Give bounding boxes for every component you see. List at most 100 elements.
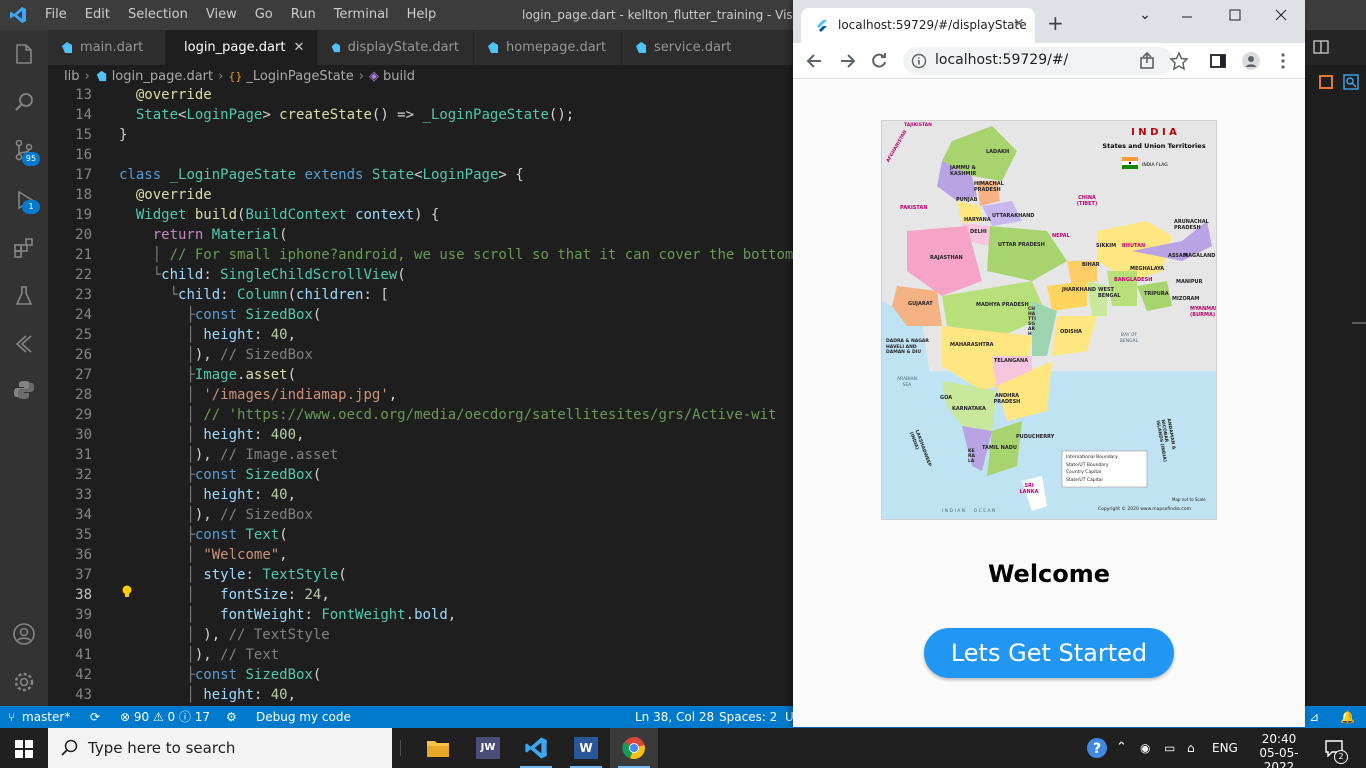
new-tab-plus-icon[interactable]: + xyxy=(1047,13,1064,33)
tab-displaystate-dart[interactable]: displayState.dart xyxy=(318,30,474,65)
map-label-ap: ANDHRA PRADESH xyxy=(993,393,1021,405)
code-editor[interactable]: 13 @override 14 State<LoginPage> createS… xyxy=(48,87,793,706)
extensions-icon[interactable] xyxy=(12,236,36,260)
breadcrumb-folder[interactable]: lib xyxy=(64,69,79,84)
breadcrumb: lib › login_page.dart › {} _LoginPageSta… xyxy=(48,65,793,87)
python-icon[interactable] xyxy=(12,378,36,402)
cursor-position[interactable]: Ln 38, Col 28 xyxy=(635,706,714,728)
code-line: 19 Widget build(BuildContext context) { xyxy=(75,207,440,223)
run-debug-badge: 1 xyxy=(22,200,40,214)
menu-run[interactable]: Run xyxy=(282,0,325,30)
map-label-bhutan: BHUTAN xyxy=(1122,243,1146,249)
show-hidden-icons-chevron-icon[interactable]: ⌃ xyxy=(1116,728,1127,768)
map-legend: International Boundary State/UT Boundary… xyxy=(1066,454,1118,484)
lightbulb-icon[interactable] xyxy=(121,585,133,599)
code-line: 32 ├const SizedBox( xyxy=(75,467,322,483)
close-tab-icon[interactable]: ✕ xyxy=(1013,16,1025,32)
language-indicator[interactable]: ENG xyxy=(1212,728,1238,768)
menu-terminal[interactable]: Terminal xyxy=(325,0,398,30)
map-label-manipur: MANIPUR xyxy=(1176,279,1203,285)
map-label-uk: UTTARAKHAND xyxy=(992,213,1035,219)
taskbar-search-box[interactable]: Type here to search xyxy=(48,728,392,768)
help-icon[interactable]: ? xyxy=(1086,737,1108,759)
code-line: 25 │ height: 40, xyxy=(75,327,297,343)
code-line: 36 │ "Welcome", xyxy=(75,547,288,563)
profile-avatar-icon[interactable] xyxy=(1241,51,1261,71)
tab-label: login_page.dart xyxy=(184,40,286,55)
address-bar[interactable]: localhost:59729/#/ xyxy=(903,47,1173,75)
settings-gear-icon[interactable] xyxy=(12,670,36,694)
feedback-icon[interactable]: ⊿ xyxy=(1309,706,1319,728)
map-label-nepal: NEPAL xyxy=(1052,233,1070,239)
explorer-icon[interactable] xyxy=(12,42,36,66)
tab-main-dart[interactable]: main.dart xyxy=(48,30,166,65)
map-label-bihar: BIHAR xyxy=(1082,262,1100,268)
tab-homepage-dart[interactable]: homepage.dart xyxy=(474,30,622,65)
git-branch[interactable]: master* xyxy=(22,706,70,728)
word-app[interactable]: W xyxy=(562,728,610,768)
debug-config[interactable]: Debug my code xyxy=(256,706,351,728)
testing-icon[interactable] xyxy=(12,284,36,308)
forward-arrow-icon[interactable] xyxy=(837,51,857,71)
battery-icon[interactable]: ▭ xyxy=(1164,728,1175,768)
tab-login-page-dart[interactable]: login_page.dart ✕ xyxy=(166,30,318,65)
lets-get-started-button[interactable]: Lets Get Started xyxy=(924,628,1174,678)
reload-icon[interactable] xyxy=(869,51,889,71)
indentation[interactable]: Spaces: 2 xyxy=(719,706,777,728)
debug-icon[interactable]: ⚙ xyxy=(226,706,237,728)
code-line: 35 ├const Text( xyxy=(75,527,288,543)
close-tab-icon[interactable]: ✕ xyxy=(293,40,304,55)
split-editor-icon[interactable] xyxy=(1313,40,1329,54)
tab-search-chevron-icon[interactable]: ⌄ xyxy=(1135,7,1155,23)
search-icon[interactable] xyxy=(12,90,36,114)
preview-search-icon[interactable] xyxy=(1343,74,1359,90)
window-title: login_page.dart - kellton_flutter_traini… xyxy=(522,8,835,22)
map-label-kerala: KERALA xyxy=(968,449,975,464)
branch-icon: ⑂ xyxy=(8,710,16,724)
code-line: 29 │ // 'https://www.oecd.org/media/oecd… xyxy=(75,407,777,423)
kebab-menu-icon[interactable] xyxy=(1273,51,1293,71)
windows-start-icon[interactable] xyxy=(15,740,33,758)
menu-view[interactable]: View xyxy=(197,0,246,30)
breadcrumb-file[interactable]: login_page.dart xyxy=(112,69,213,84)
map-label-delhi: DELHI xyxy=(970,229,987,235)
menu-go[interactable]: Go xyxy=(246,0,282,30)
site-info-icon[interactable] xyxy=(911,53,927,69)
share-icon[interactable] xyxy=(1137,51,1157,71)
legend-item: State/UT Boundary xyxy=(1066,462,1109,468)
problems-indicator[interactable]: ⊗ 90 ⚠ 0 ⓘ 17 xyxy=(120,706,210,728)
remote-explorer-icon[interactable] xyxy=(12,332,36,356)
vscode-app[interactable] xyxy=(512,728,560,768)
minimize-icon[interactable] xyxy=(1177,9,1197,25)
jw-app[interactable]: JW xyxy=(464,728,512,768)
map-subtitle: States and Union Territories xyxy=(1102,142,1205,150)
account-icon[interactable] xyxy=(12,622,36,646)
jw-app-icon: JW xyxy=(476,737,500,759)
map-label-gujarat: GUJARAT xyxy=(908,301,933,307)
camera-icon[interactable]: ◉ xyxy=(1140,728,1150,768)
notifications-bell-icon[interactable]: 🔔 xyxy=(1340,706,1355,728)
clock[interactable]: 20:40 05-05-2022 xyxy=(1250,728,1308,768)
breadcrumb-class[interactable]: _LoginPageState xyxy=(246,69,353,84)
chrome-app[interactable] xyxy=(610,728,658,768)
breadcrumb-method[interactable]: build xyxy=(383,69,415,84)
menu-edit[interactable]: Edit xyxy=(76,0,119,30)
class-symbol-icon: {} xyxy=(228,69,243,83)
tab-service-dart[interactable]: service.dart xyxy=(622,30,793,65)
bookmark-star-icon[interactable] xyxy=(1169,51,1189,71)
menu-help[interactable]: Help xyxy=(398,0,446,30)
sync-icon[interactable]: ⟳ xyxy=(90,706,100,728)
code-line: 26 │), // SizedBox xyxy=(75,347,313,363)
browser-tab[interactable]: localhost:59729/#/displayState ✕ xyxy=(801,8,1035,43)
menu-file[interactable]: File xyxy=(36,0,76,30)
network-icon[interactable]: ⌂ xyxy=(1187,728,1195,768)
code-line: 24 ├const SizedBox( xyxy=(75,307,322,323)
maximize-icon[interactable] xyxy=(1225,7,1245,23)
side-panel-icon[interactable] xyxy=(1208,51,1228,71)
file-explorer-app[interactable] xyxy=(414,728,462,768)
back-arrow-icon[interactable] xyxy=(805,51,825,71)
tab-label: homepage.dart xyxy=(506,40,607,55)
window-close-icon[interactable] xyxy=(1271,7,1291,23)
menu-selection[interactable]: Selection xyxy=(119,0,197,30)
code-line: 41 │), // Text xyxy=(75,647,280,663)
